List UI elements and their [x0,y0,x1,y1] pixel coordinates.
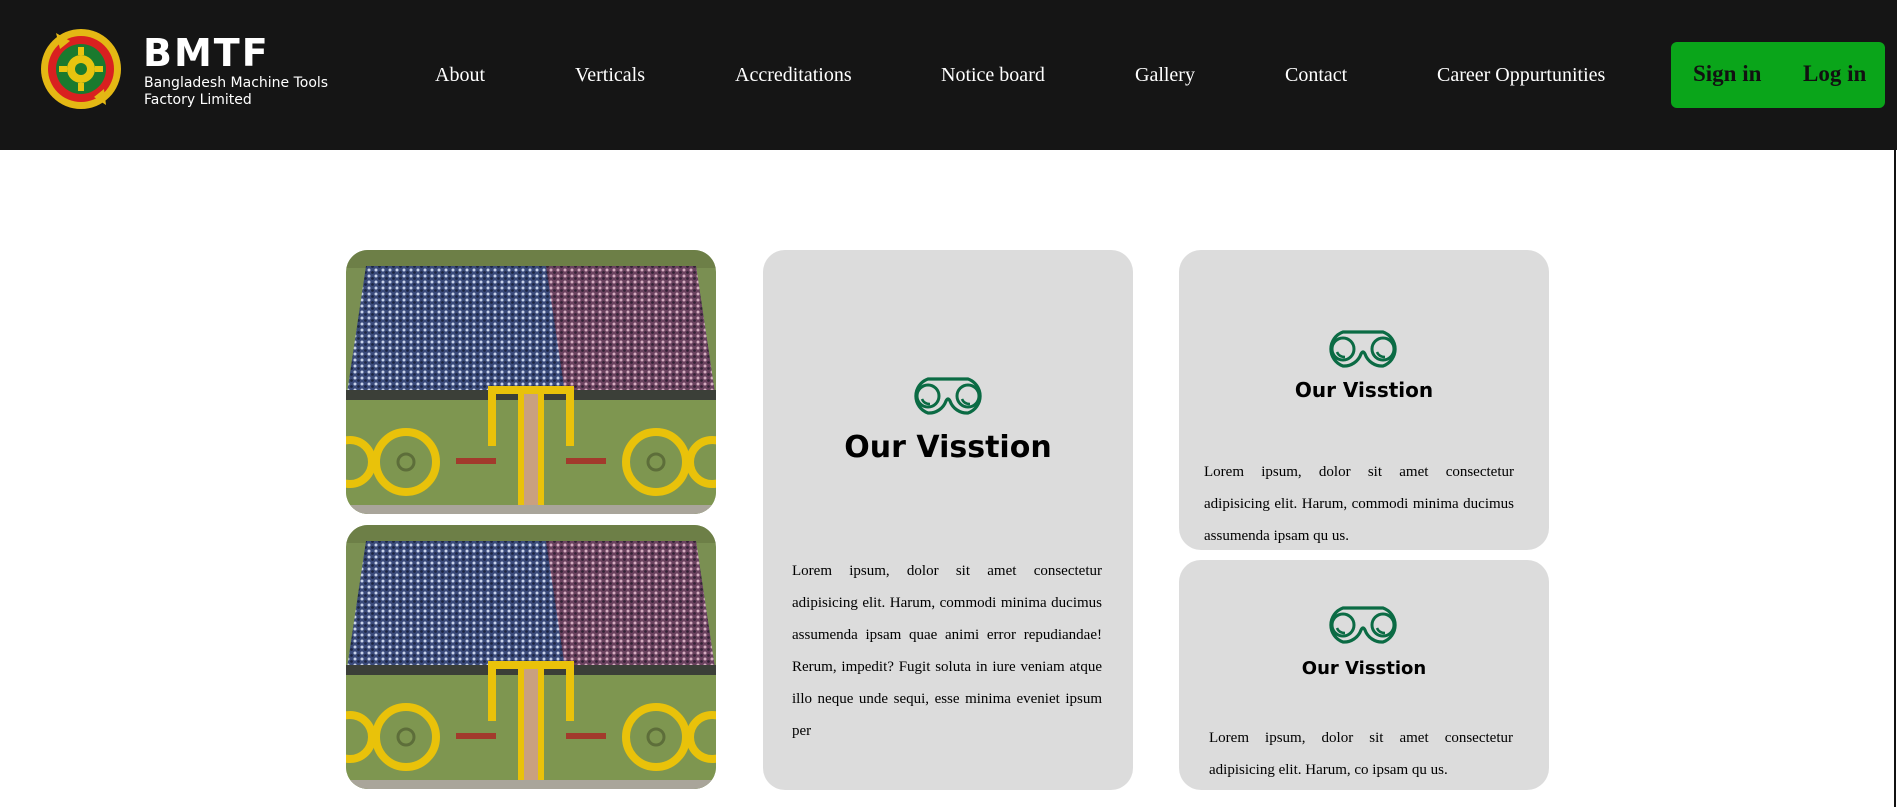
binoculars-icon [908,377,988,415]
log-in-button[interactable]: Log in [1803,60,1866,88]
crowd-formation-photo [346,525,716,789]
brand-title[interactable]: BMTF [143,32,270,74]
nav-item-notice-board[interactable]: Notice board [941,62,1045,88]
card-title: Our Visstion [1294,378,1434,402]
nav-item-gallery[interactable]: Gallery [1135,62,1195,88]
card-title: Our Visstion [844,430,1052,465]
gear-emblem-icon[interactable] [38,27,126,111]
binoculars-icon [1323,606,1403,644]
card-title: Our Visstion [1301,658,1427,679]
binoculars-icon [1323,330,1403,368]
gallery-photo-2[interactable] [346,525,716,789]
auth-group: Sign in Log in [1671,42,1885,108]
gallery-photo-1[interactable] [346,250,716,514]
nav-item-career[interactable]: Career Oppurtunities [1437,62,1605,88]
card-text: Lorem ipsum, dolor sit amet consectetur … [1209,730,1513,778]
vision-card-bottom: Our Visstion Lorem ipsum, dolor sit amet… [1179,560,1549,790]
nav-item-accreditations[interactable]: Accreditations [735,62,852,88]
card-text: Lorem ipsum, dolor sit amet consectetur … [792,563,1102,739]
vision-card-main: Our Visstion Lorem ipsum, dolor sit amet… [763,250,1133,790]
nav-item-contact[interactable]: Contact [1285,62,1347,88]
page-edge-divider [1894,150,1896,807]
crowd-formation-photo [346,250,716,514]
card-text: Lorem ipsum, dolor sit amet consectetur … [1204,464,1514,544]
vision-card-top: Our Visstion Lorem ipsum, dolor sit amet… [1179,250,1549,550]
nav-item-verticals[interactable]: Verticals [575,62,645,88]
nav-item-about[interactable]: About [435,62,485,88]
sign-in-button[interactable]: Sign in [1693,60,1761,88]
brand-subtitle: Bangladesh Machine Tools Factory Limited [144,75,329,108]
site-header: BMTF Bangladesh Machine Tools Factory Li… [0,0,1897,150]
